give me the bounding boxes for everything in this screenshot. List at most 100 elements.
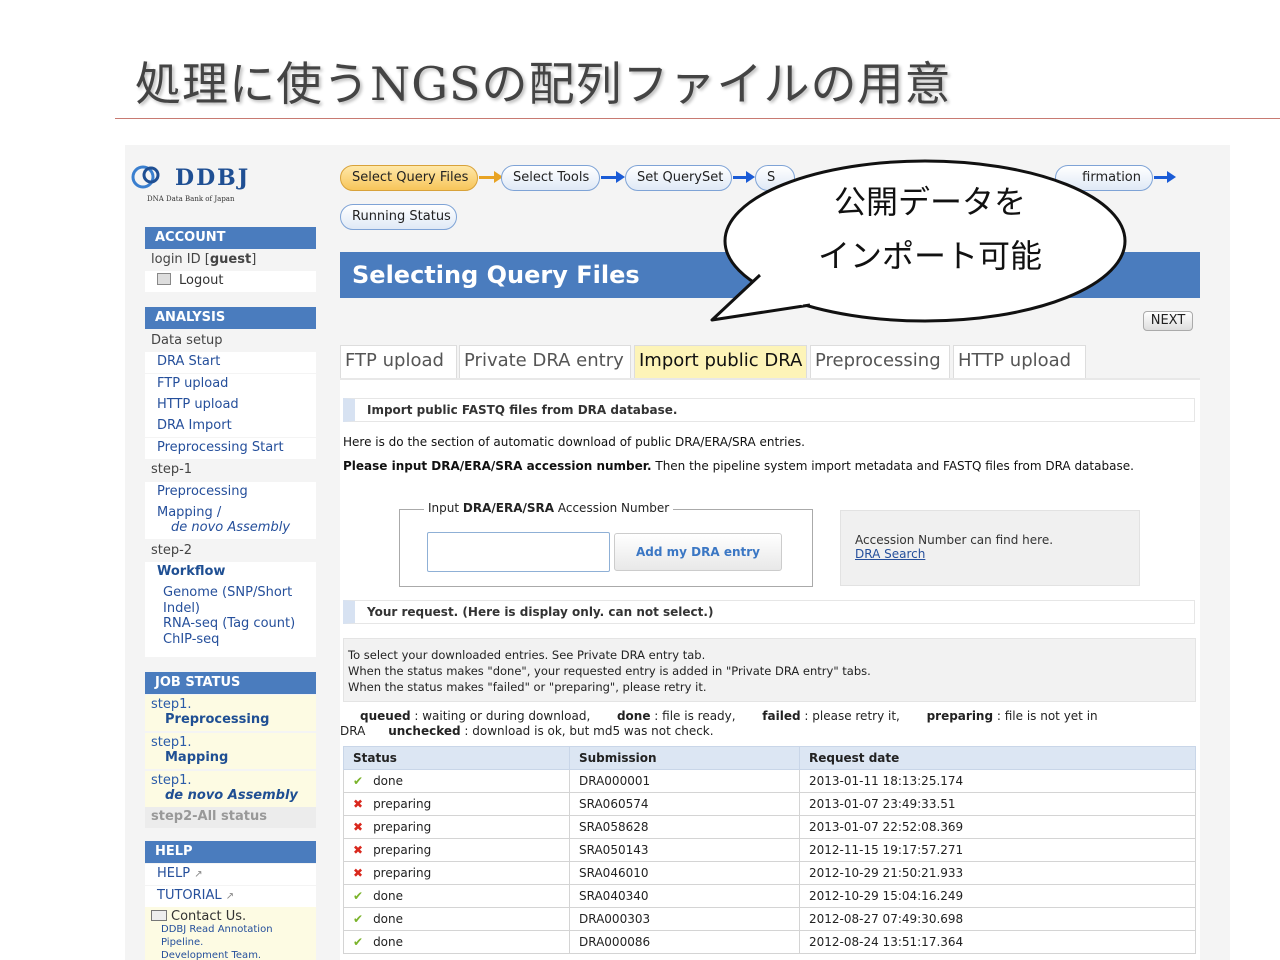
status-legend: queued : waiting or during download, don… — [340, 709, 1190, 739]
step-select-tools[interactable]: Select Tools — [501, 165, 600, 191]
de-novo-label: de novo Assembly — [171, 520, 291, 535]
submission-cell-text: SRA040340 — [579, 889, 649, 903]
tutorial-link[interactable]: TUTORIAL ↗ — [145, 886, 316, 907]
submission-cell: SRA058628 — [569, 815, 800, 839]
status-cell: ✖ preparing — [343, 838, 570, 862]
status-cell: ✖ preparing — [343, 792, 570, 816]
sidebar-item-ftp-upload[interactable]: FTP upload — [145, 374, 316, 395]
step-select-query-files[interactable]: Select Query Files — [340, 165, 478, 191]
date-cell-text: 2012-08-24 13:51:17.364 — [809, 935, 964, 949]
legend-desc: : waiting or during download, — [410, 709, 591, 723]
status-cell-text: done — [373, 889, 404, 903]
sidebar-item-preprocessing[interactable]: Preprocessing — [145, 482, 316, 503]
submission-cell: SRA040340 — [569, 884, 800, 908]
logout-label: Logout — [179, 273, 224, 288]
mail-icon — [151, 910, 167, 921]
table-row: ✖ preparing SRA050143 2012-11-15 19:17:57.2… — [343, 838, 1196, 862]
status-cell-text: done — [373, 912, 404, 926]
date-cell-text: 2012-10-29 15:04:16.249 — [809, 889, 964, 903]
column-submission: Submission — [569, 746, 800, 770]
tab-preprocessing[interactable]: Preprocessing — [810, 345, 950, 378]
step2-label: step-2 — [151, 543, 193, 558]
table-row: ✔ done DRA000086 2012-08-24 13:51:17.364 — [343, 930, 1196, 954]
workflow-chipseq[interactable]: ChIP-seq — [163, 632, 219, 647]
accession-input[interactable] — [427, 532, 610, 572]
date-cell-text: 2012-08-27 07:49:30.698 — [809, 912, 964, 926]
sidebar-item-http-upload[interactable]: HTTP upload — [145, 395, 316, 416]
add-dra-entry-button[interactable]: Add my DRA entry — [614, 533, 782, 571]
date-cell: 2012-08-27 07:49:30.698 — [799, 907, 1196, 931]
tab-import-public-dra[interactable]: Import public DRA — [634, 345, 807, 378]
submission-cell: SRA060574 — [569, 792, 800, 816]
mapping-label: Mapping / — [157, 505, 222, 520]
date-cell-text: 2013-01-07 22:52:08.369 — [809, 820, 964, 834]
job-mapping[interactable]: step1. Mapping — [145, 733, 316, 769]
job-name: Preprocessing — [165, 712, 270, 727]
sidebar: DDBJ DNA Data Bank of Japan ACCOUNT logi… — [125, 145, 320, 960]
check-icon: ✔ — [353, 889, 364, 903]
workflow-rnaseq[interactable]: RNA-seq (Tag count) — [163, 616, 295, 631]
slide-title: 処理に使うNGSの配列ファイルの用意 — [135, 57, 952, 111]
sidebar-item-dra-import[interactable]: DRA Import — [145, 416, 316, 437]
data-setup-label: Data setup — [151, 333, 223, 348]
submission-cell: SRA050143 — [569, 838, 800, 862]
tab-ftp-upload[interactable]: FTP upload — [340, 345, 457, 378]
import-section-header: Import public FASTQ files from DRA datab… — [343, 398, 1195, 422]
job-de-novo[interactable]: step1. de novo Assembly — [145, 771, 316, 807]
accession-fieldset: Input DRA/ERA/SRA Accession Number Add m… — [399, 501, 813, 587]
help-link[interactable]: HELP ↗ — [145, 864, 316, 885]
callout-line: 公開データを — [833, 183, 1026, 221]
next-button[interactable]: NEXT — [1143, 311, 1193, 331]
title-divider — [115, 118, 1280, 119]
arrow-icon — [1154, 171, 1176, 183]
table-row: ✔ done DRA000001 2013-01-11 18:13:25.174 — [343, 769, 1196, 793]
help-header: HELP — [145, 841, 316, 863]
submission-cell-text: SRA050143 — [579, 843, 649, 857]
legend-dra: DRA — [340, 724, 366, 738]
date-cell-text: 2013-01-11 18:13:25.174 — [809, 774, 964, 788]
import-panel: Import public FASTQ files from DRA datab… — [340, 378, 1200, 960]
info-line: When the status makes "failed" or "prepa… — [348, 680, 707, 694]
logout-link[interactable]: Logout — [145, 271, 316, 292]
sidebar-item-dra-start[interactable]: DRA Start — [145, 352, 316, 373]
contact-line: Pipeline. — [161, 937, 204, 948]
contact-box[interactable]: Contact Us. DDBJ Read Annotation Pipelin… — [145, 907, 316, 960]
status-cell-text: preparing — [373, 843, 432, 857]
sidebar-item-preprocessing-start[interactable]: Preprocessing Start — [145, 438, 316, 459]
job-all-status[interactable]: step2-All status — [145, 807, 316, 828]
status-cell-text: done — [373, 774, 404, 788]
arrow-icon — [601, 171, 625, 183]
step1-label: step-1 — [151, 462, 193, 477]
job-preprocessing[interactable]: step1. Preprocessing — [145, 695, 316, 731]
date-cell: 2012-08-24 13:51:17.364 — [799, 930, 1196, 954]
logo-subtitle: DNA Data Bank of Japan — [147, 195, 235, 203]
table-header-row: Status Submission Request date — [343, 746, 1196, 770]
workflow-options: Genome (SNP/Short Indel) RNA-seq (Tag co… — [145, 583, 316, 657]
status-cell-text: preparing — [373, 820, 432, 834]
workflow-genome[interactable]: Genome (SNP/Short — [163, 585, 292, 600]
ddbj-logo-icon — [131, 165, 160, 189]
legend-bold: DRA/ERA/SRA — [462, 501, 555, 515]
date-cell-text: 2012-10-29 21:50:21.933 — [809, 866, 964, 880]
dra-search-link[interactable]: DRA Search — [855, 547, 1125, 561]
sidebar-item-workflow[interactable]: Workflow — [145, 562, 316, 583]
tab-private-dra-entry[interactable]: Private DRA entry — [459, 345, 631, 378]
tutorial-label: TUTORIAL — [157, 888, 222, 903]
column-status: Status — [343, 746, 570, 770]
status-cell: ✔ done — [343, 884, 570, 908]
status-cell: ✔ done — [343, 907, 570, 931]
workflow-indel[interactable]: Indel) — [163, 601, 200, 616]
legend-desc: : file is not yet in — [993, 709, 1098, 723]
arrow-icon — [479, 171, 503, 183]
legend-desc: : please retry it, — [800, 709, 900, 723]
submission-cell-text: DRA000001 — [579, 774, 651, 788]
submission-cell-text: SRA060574 — [579, 797, 649, 811]
table-row: ✔ done SRA040340 2012-10-29 15:04:16.249 — [343, 884, 1196, 908]
help-label: HELP — [157, 866, 191, 881]
step-running-status[interactable]: Running Status — [340, 204, 457, 230]
tab-http-upload[interactable]: HTTP upload — [953, 345, 1086, 378]
job-step-label: step1. — [151, 697, 192, 712]
column-request-date: Request date — [799, 746, 1196, 770]
sidebar-item-mapping[interactable]: Mapping / de novo Assembly — [145, 503, 316, 539]
date-cell: 2013-01-07 22:52:08.369 — [799, 815, 1196, 839]
